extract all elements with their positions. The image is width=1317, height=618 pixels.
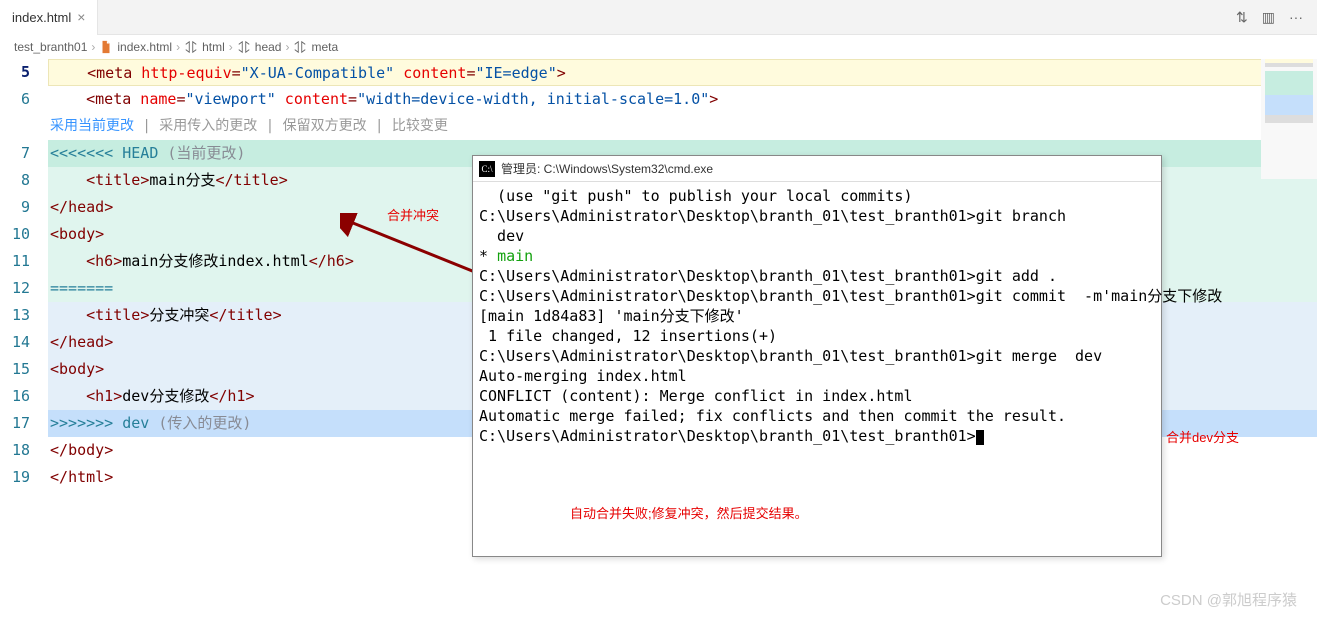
chevron-right-icon: › (229, 40, 233, 54)
chevron-right-icon: › (91, 40, 95, 54)
bc-head[interactable]: head (255, 40, 282, 54)
bc-html[interactable]: html (202, 40, 225, 54)
cmd-icon: C:\ (479, 161, 495, 177)
more-icon[interactable]: ··· (1289, 9, 1303, 26)
tab-bar: index.html × ⇅ ▥ ··· (0, 0, 1317, 35)
line-gutter: 5 6 7 8 9 10 11 12 13 14 15 16 17 18 19 (0, 59, 48, 618)
bc-file[interactable]: index.html (117, 40, 172, 54)
editor-tab[interactable]: index.html × (0, 0, 98, 35)
compare-link[interactable]: 比较变更 (392, 118, 448, 134)
tab-actions: ⇅ ▥ ··· (1236, 9, 1317, 26)
cursor (976, 430, 984, 445)
bc-meta[interactable]: meta (311, 40, 338, 54)
symbol-icon (293, 40, 307, 54)
symbol-icon (237, 40, 251, 54)
terminal-titlebar[interactable]: C:\ 管理员: C:\Windows\System32\cmd.exe (473, 156, 1161, 182)
bc-folder[interactable]: test_branth01 (14, 40, 87, 54)
code-line: <meta name="viewport" content="width=dev… (48, 86, 1317, 113)
minimap[interactable] (1261, 59, 1317, 179)
accept-incoming-link[interactable]: 采用传入的更改 (159, 118, 257, 134)
code-line: <meta http-equiv="X-UA-Compatible" conte… (48, 59, 1317, 86)
terminal-window: C:\ 管理员: C:\Windows\System32\cmd.exe (us… (472, 155, 1162, 557)
watermark: CSDN @郭旭程序猿 (1160, 589, 1297, 610)
accept-current-link[interactable]: 采用当前更改 (50, 118, 134, 134)
chevron-right-icon: › (285, 40, 289, 54)
file-icon (99, 40, 113, 54)
terminal-title: 管理员: C:\Windows\System32\cmd.exe (501, 160, 713, 177)
chevron-right-icon: › (176, 40, 180, 54)
breadcrumb[interactable]: test_branth01 › index.html › html › head… (0, 35, 1317, 59)
codelens-merge: 采用当前更改 | 采用传入的更改 | 保留双方更改 | 比较变更 (48, 113, 1317, 140)
terminal-body[interactable]: (use "git push" to publish your local co… (473, 182, 1161, 450)
tab-label: index.html (12, 10, 71, 25)
accept-both-link[interactable]: 保留双方更改 (283, 118, 367, 134)
symbol-icon (184, 40, 198, 54)
split-editor-icon[interactable]: ▥ (1262, 9, 1275, 26)
compare-changes-icon[interactable]: ⇅ (1236, 9, 1248, 26)
close-icon[interactable]: × (77, 9, 85, 25)
